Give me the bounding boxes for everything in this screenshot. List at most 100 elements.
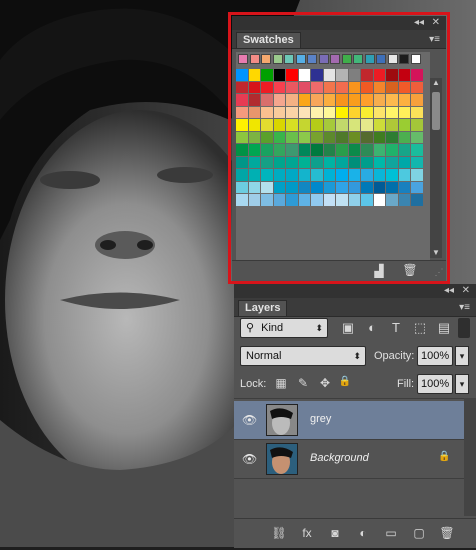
color-swatch[interactable] xyxy=(261,194,273,206)
lock-move-icon[interactable]: ✥ xyxy=(318,376,332,390)
recent-swatch[interactable] xyxy=(364,54,375,64)
layer-row-grey[interactable]: 👁 grey xyxy=(234,401,464,440)
color-swatch[interactable] xyxy=(298,169,310,181)
recent-swatch[interactable] xyxy=(272,54,283,64)
color-swatch[interactable] xyxy=(398,169,410,181)
visibility-eye-icon[interactable]: 👁 xyxy=(242,452,257,466)
color-swatch[interactable] xyxy=(323,181,335,193)
scroll-up-icon[interactable]: ▲ xyxy=(430,78,442,88)
color-swatch[interactable] xyxy=(311,181,323,193)
color-swatch[interactable] xyxy=(336,181,348,193)
type-filter-icon[interactable]: T xyxy=(388,320,404,335)
color-swatch[interactable] xyxy=(298,131,310,143)
panel-menu-icon[interactable]: ▾≡ xyxy=(429,34,440,45)
color-swatch[interactable] xyxy=(386,119,398,131)
color-swatch[interactable] xyxy=(261,119,273,131)
fx-icon[interactable]: fx xyxy=(298,526,316,540)
recent-swatch[interactable] xyxy=(376,54,386,64)
recent-swatch[interactable] xyxy=(284,54,294,64)
color-swatch[interactable] xyxy=(373,144,385,156)
layer-name[interactable]: Background xyxy=(310,452,369,464)
color-swatch[interactable] xyxy=(248,194,260,206)
color-swatch[interactable] xyxy=(361,81,373,93)
color-swatch[interactable] xyxy=(398,69,410,81)
color-swatch[interactable] xyxy=(236,119,248,131)
color-swatch[interactable] xyxy=(323,131,335,143)
color-swatch[interactable] xyxy=(298,94,310,106)
recent-swatch[interactable] xyxy=(238,54,248,64)
color-swatch[interactable] xyxy=(336,194,348,206)
color-swatch[interactable] xyxy=(361,119,373,131)
color-swatch[interactable] xyxy=(286,181,298,193)
trash-icon[interactable]: 🗑 xyxy=(438,526,456,540)
group-folder-icon[interactable]: ▭ xyxy=(382,526,400,540)
recent-swatch[interactable] xyxy=(318,54,329,64)
color-swatch[interactable] xyxy=(398,144,410,156)
color-swatch[interactable] xyxy=(323,81,335,93)
color-swatch[interactable] xyxy=(273,94,285,106)
trash-icon[interactable]: 🗑 xyxy=(402,263,418,277)
color-swatch[interactable] xyxy=(386,106,398,118)
color-swatch[interactable] xyxy=(386,169,398,181)
visibility-eye-icon[interactable]: 👁 xyxy=(242,413,257,427)
color-swatch[interactable] xyxy=(373,94,385,106)
color-swatch[interactable] xyxy=(236,156,248,168)
color-swatch[interactable] xyxy=(348,131,360,143)
color-swatch[interactable] xyxy=(261,69,273,81)
color-swatch[interactable] xyxy=(348,194,360,206)
collapse-icon[interactable]: ◂◂ xyxy=(444,284,454,298)
color-swatch[interactable] xyxy=(311,144,323,156)
color-swatch[interactable] xyxy=(386,194,398,206)
color-swatch[interactable] xyxy=(386,156,398,168)
color-swatch[interactable] xyxy=(411,81,423,93)
color-swatch[interactable] xyxy=(298,144,310,156)
color-swatch[interactable] xyxy=(411,69,423,81)
color-swatch[interactable] xyxy=(273,131,285,143)
color-swatch[interactable] xyxy=(323,144,335,156)
color-swatch[interactable] xyxy=(311,106,323,118)
color-swatch[interactable] xyxy=(398,81,410,93)
color-swatch[interactable] xyxy=(236,81,248,93)
recent-swatch[interactable] xyxy=(330,54,340,64)
layer-lock-icon[interactable]: 🔒 xyxy=(438,451,450,462)
layer-name[interactable]: grey xyxy=(310,413,331,425)
recent-swatch[interactable] xyxy=(295,54,306,64)
color-swatch[interactable] xyxy=(361,131,373,143)
color-swatch[interactable] xyxy=(286,194,298,206)
color-swatch[interactable] xyxy=(323,69,335,81)
color-swatch[interactable] xyxy=(286,94,298,106)
color-swatch[interactable] xyxy=(311,156,323,168)
color-swatch[interactable] xyxy=(361,181,373,193)
color-swatch[interactable] xyxy=(411,181,423,193)
new-layer-icon[interactable]: ▢ xyxy=(410,526,428,540)
color-swatch[interactable] xyxy=(348,106,360,118)
recent-swatch[interactable] xyxy=(387,54,398,64)
recent-swatch[interactable] xyxy=(307,54,317,64)
color-swatch[interactable] xyxy=(248,131,260,143)
color-swatch[interactable] xyxy=(236,69,248,81)
color-swatch[interactable] xyxy=(336,119,348,131)
filter-toggle[interactable] xyxy=(458,318,470,338)
color-swatch[interactable] xyxy=(348,181,360,193)
collapse-icon[interactable]: ◂◂ xyxy=(414,16,424,30)
color-swatch[interactable] xyxy=(298,156,310,168)
color-swatch[interactable] xyxy=(386,144,398,156)
color-swatch[interactable] xyxy=(248,156,260,168)
fill-input[interactable]: 100% xyxy=(417,374,453,394)
color-swatch[interactable] xyxy=(236,144,248,156)
color-swatch[interactable] xyxy=(311,69,323,81)
color-swatch[interactable] xyxy=(273,156,285,168)
color-swatch[interactable] xyxy=(311,94,323,106)
color-swatch[interactable] xyxy=(336,69,348,81)
color-swatch[interactable] xyxy=(336,81,348,93)
color-swatch[interactable] xyxy=(273,81,285,93)
color-swatch[interactable] xyxy=(336,156,348,168)
color-swatch[interactable] xyxy=(311,119,323,131)
color-swatch[interactable] xyxy=(261,131,273,143)
color-swatch[interactable] xyxy=(273,144,285,156)
color-swatch[interactable] xyxy=(398,119,410,131)
lock-all-icon[interactable]: 🔒 xyxy=(338,376,352,387)
color-swatch[interactable] xyxy=(361,144,373,156)
color-swatch[interactable] xyxy=(336,94,348,106)
color-swatch[interactable] xyxy=(286,69,298,81)
